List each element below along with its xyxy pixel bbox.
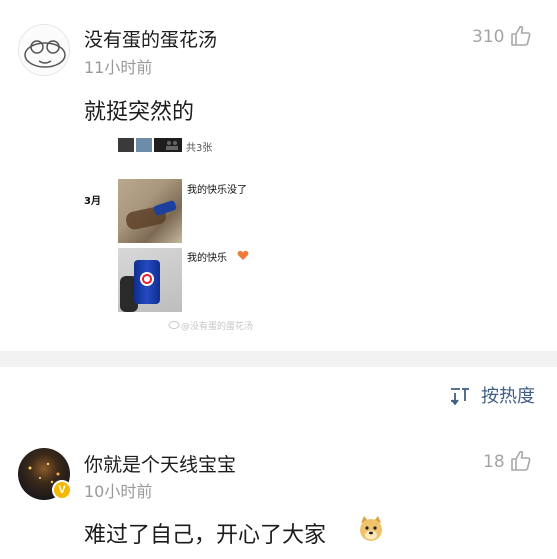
comment-item: V 你就是个天线宝宝 10小时前 18 难过了自己，开心了大家: [0, 410, 557, 559]
username[interactable]: 没有蛋的蛋花汤: [84, 25, 217, 52]
doge-emoji-icon: [360, 516, 382, 541]
heart-icon: [237, 250, 249, 260]
like-count[interactable]: 310: [472, 27, 504, 47]
comment-image[interactable]: 共3张 3月 我的快乐没了 我的快乐 @没有蛋的蛋花汤: [84, 130, 314, 340]
people-icon: [166, 141, 178, 150]
username[interactable]: 你就是个天线宝宝: [84, 450, 236, 477]
sort-button[interactable]: 按热度: [449, 382, 535, 408]
photo-floor-can: [118, 179, 182, 243]
caption-2: 我的快乐: [187, 253, 227, 264]
comment-text: 难过了自己，开心了大家: [84, 523, 327, 548]
sort-icon: [451, 388, 469, 405]
thumbs-up-icon[interactable]: [509, 449, 533, 473]
weibo-logo-icon: [168, 321, 180, 329]
verified-badge: V: [52, 480, 72, 500]
month-label: 3月: [84, 196, 101, 207]
sort-label: 按热度: [481, 386, 535, 407]
verified-badge-label: V: [58, 484, 66, 496]
section-divider: [0, 351, 557, 367]
avatar[interactable]: [18, 24, 70, 76]
comment-text: 就挺突然的: [84, 100, 195, 125]
watermark: @没有蛋的蛋花汤: [181, 322, 254, 332]
like-count[interactable]: 18: [483, 452, 505, 472]
timestamp: 11小时前: [84, 58, 153, 77]
photo-hand-can: [118, 248, 182, 312]
comment-item: 没有蛋的蛋花汤 11小时前 310 就挺突然的 共3张 3月 我的快乐没了 我的…: [0, 0, 557, 351]
doodle-avatar-icon: [19, 25, 69, 75]
image-count: 共3张: [186, 143, 213, 154]
thumbs-up-icon[interactable]: [509, 24, 533, 48]
timestamp: 10小时前: [84, 482, 153, 501]
caption-1: 我的快乐没了: [187, 185, 247, 196]
